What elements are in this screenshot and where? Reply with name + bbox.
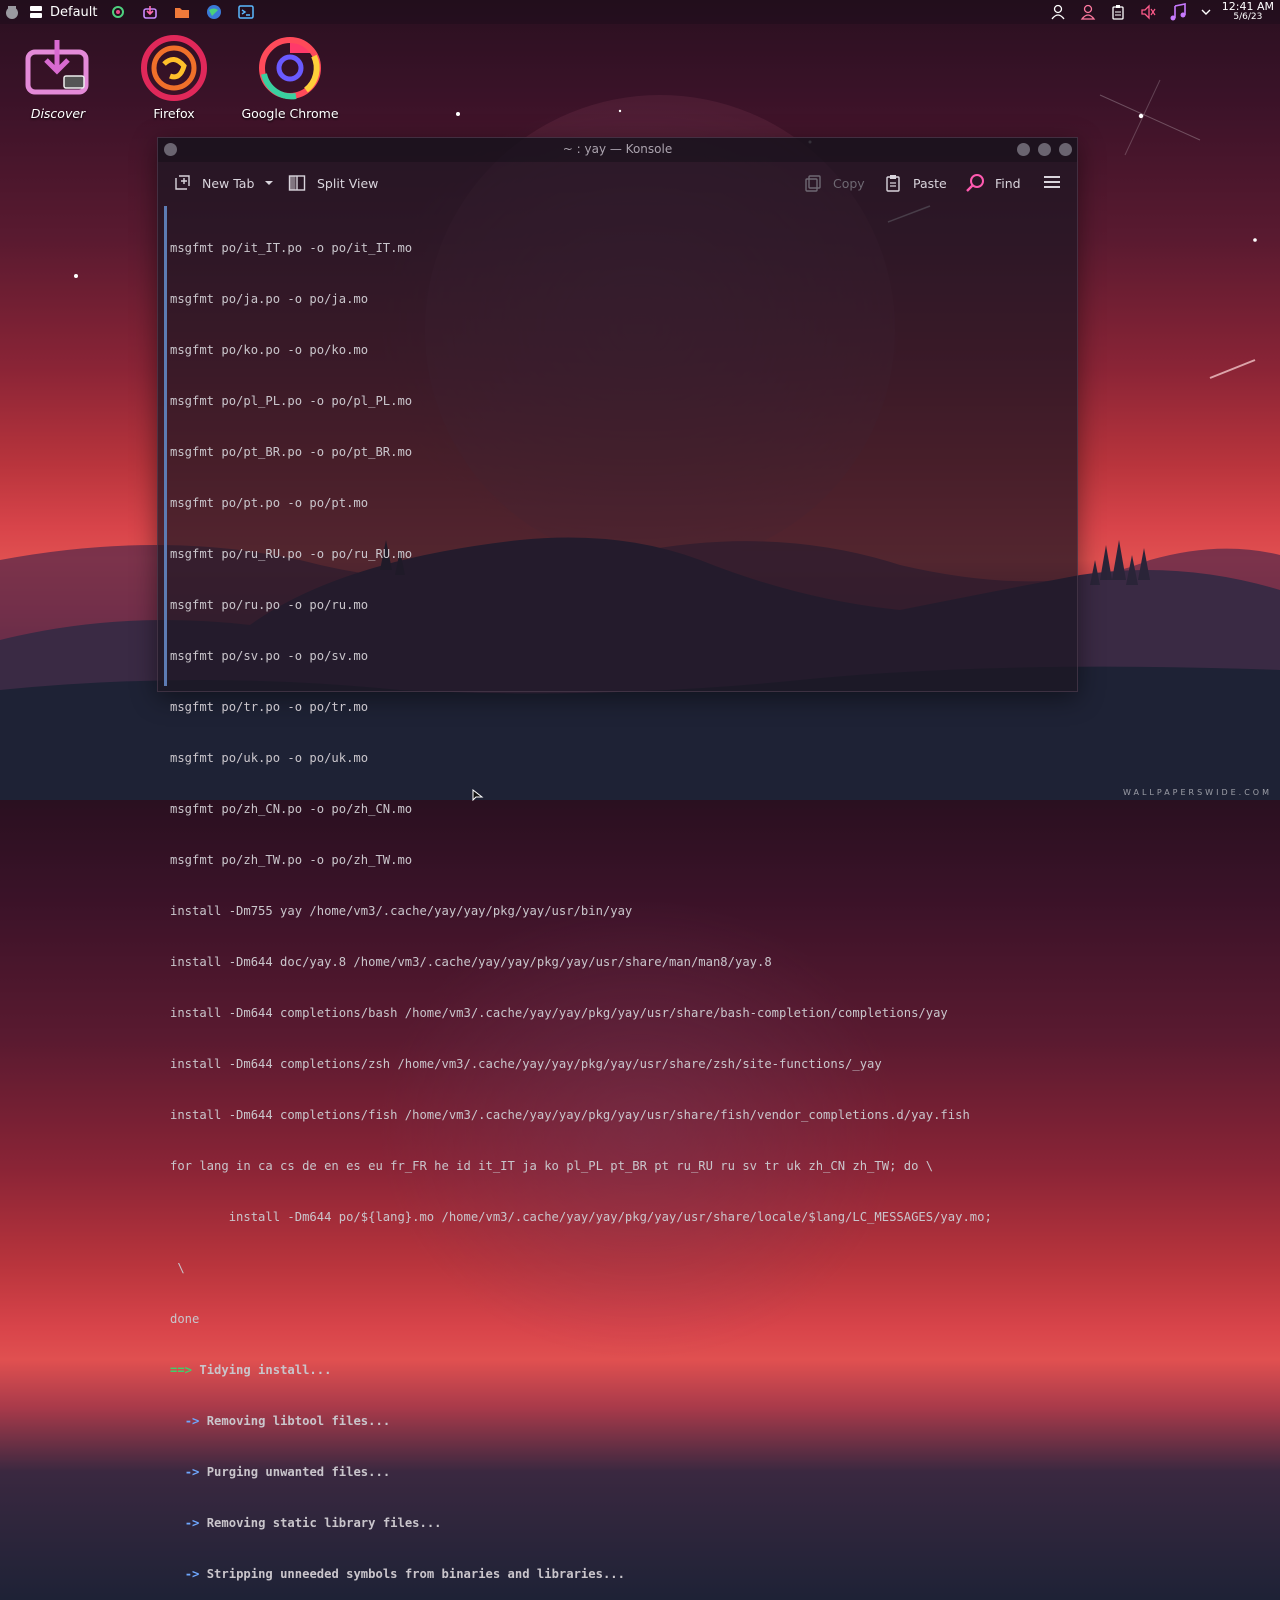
tidy-text: Tidying install... bbox=[199, 1363, 332, 1377]
step-arrow: -> bbox=[184, 1516, 200, 1530]
find-label: Find bbox=[995, 175, 1021, 191]
clock-time: 12:41 AM bbox=[1221, 0, 1274, 13]
step-arrow: -> bbox=[184, 1567, 200, 1581]
terminal-line-step: -> Removing static library files... bbox=[167, 1515, 1072, 1532]
volume-muted-icon[interactable] bbox=[1136, 0, 1160, 24]
step-text: Purging unwanted files... bbox=[206, 1465, 391, 1479]
terminal-line: msgfmt po/pt.po -o po/pt.mo bbox=[170, 496, 369, 510]
close-button[interactable] bbox=[1059, 143, 1072, 156]
discover-icon[interactable] bbox=[138, 0, 162, 24]
firefox-icon bbox=[141, 35, 207, 101]
terminal-line-step: -> Stripping unneeded symbols from binar… bbox=[167, 1566, 1072, 1583]
desktop-icon-label: Google Chrome bbox=[241, 106, 339, 121]
activity-label[interactable]: Default bbox=[50, 5, 98, 20]
terminal-icon[interactable] bbox=[234, 0, 258, 24]
browser-icon[interactable] bbox=[202, 0, 226, 24]
step-arrow: -> bbox=[184, 1465, 200, 1479]
terminal-line: install -Dm644 doc/yay.8 /home/vm3/.cach… bbox=[170, 955, 772, 969]
paste-button[interactable]: Paste bbox=[883, 173, 947, 193]
terminal-line: msgfmt po/pt_BR.po -o po/pt_BR.mo bbox=[170, 445, 413, 459]
mouse-pointer-icon bbox=[472, 789, 484, 801]
paste-icon bbox=[883, 173, 903, 193]
terminal-line: msgfmt po/zh_TW.po -o po/zh_TW.mo bbox=[170, 853, 413, 867]
terminal-line: done bbox=[170, 1312, 200, 1326]
new-tab-button[interactable]: New Tab bbox=[172, 173, 274, 193]
paste-label: Paste bbox=[913, 175, 947, 191]
clipboard-icon[interactable] bbox=[1106, 0, 1130, 24]
terminal-line: \ bbox=[170, 1261, 185, 1275]
files-icon[interactable] bbox=[170, 0, 194, 24]
minimize-button[interactable] bbox=[1017, 143, 1030, 156]
terminal-line: msgfmt po/pl_PL.po -o po/pl_PL.mo bbox=[170, 394, 413, 408]
chevron-down-icon[interactable] bbox=[264, 176, 274, 191]
search-icon bbox=[965, 173, 985, 193]
maximize-button[interactable] bbox=[1038, 143, 1051, 156]
terminal-line: install -Dm755 yay /home/vm3/.cache/yay/… bbox=[170, 904, 633, 918]
user-icon[interactable] bbox=[1046, 0, 1070, 24]
terminal-line: msgfmt po/uk.po -o po/uk.mo bbox=[170, 751, 369, 765]
find-button[interactable]: Find bbox=[965, 173, 1021, 193]
user-switch-icon[interactable] bbox=[1076, 0, 1100, 24]
discover-icon bbox=[25, 40, 89, 95]
split-view-button[interactable]: Split View bbox=[287, 173, 378, 193]
terminal-output[interactable]: msgfmt po/it_IT.po -o po/it_IT.mo msgfmt… bbox=[164, 206, 1072, 1581]
terminal-line: install -Dm644 completions/zsh /home/vm3… bbox=[170, 1057, 882, 1071]
terminal-line-step: -> Removing libtool files... bbox=[167, 1413, 1072, 1430]
watermark: WALLPAPERSWIDE.COM bbox=[1123, 788, 1272, 797]
desktop-icon-google-chrome[interactable]: Google Chrome bbox=[232, 34, 348, 121]
chrome-icon bbox=[259, 37, 321, 100]
desktop-icon-label: Discover bbox=[30, 106, 86, 121]
new-tab-icon bbox=[172, 173, 192, 193]
split-view-icon bbox=[287, 173, 307, 193]
step-text: Stripping unneeded symbols from binaries… bbox=[206, 1567, 625, 1581]
hamburger-menu-icon bbox=[1043, 173, 1061, 194]
copy-icon bbox=[803, 173, 823, 193]
split-view-label: Split View bbox=[317, 175, 379, 191]
desktop-icon-label: Firefox bbox=[153, 106, 195, 121]
terminal-line-step: -> Purging unwanted files... bbox=[167, 1464, 1072, 1481]
expand-tray-icon[interactable] bbox=[1194, 0, 1218, 24]
terminal-line: msgfmt po/tr.po -o po/tr.mo bbox=[170, 700, 369, 714]
music-icon[interactable] bbox=[1166, 0, 1190, 24]
top-panel: Default 12:41 AM 5/6/23 bbox=[0, 0, 1280, 24]
step-text: Removing static library files... bbox=[206, 1516, 442, 1530]
activity-icon[interactable] bbox=[24, 0, 48, 24]
konsole-toolbar: New Tab Split View Copy Paste Find bbox=[158, 162, 1077, 204]
terminal-line: msgfmt po/ru.po -o po/ru.mo bbox=[170, 598, 369, 612]
copy-button[interactable]: Copy bbox=[803, 173, 865, 193]
terminal-line: msgfmt po/ru_RU.po -o po/ru_RU.mo bbox=[170, 547, 413, 561]
desktop-icon-discover[interactable]: Discover bbox=[0, 34, 116, 121]
new-tab-label: New Tab bbox=[202, 175, 255, 191]
terminal-line: install -Dm644 po/${lang}.mo /home/vm3/.… bbox=[170, 1210, 992, 1224]
konsole-window: ~ : yay — Konsole New Tab Split View Cop… bbox=[157, 137, 1078, 1581]
terminal-line-tidying: ==> Tidying install... bbox=[167, 1362, 1072, 1379]
clock[interactable]: 12:41 AM 5/6/23 bbox=[1222, 1, 1274, 23]
hamburger-menu-button[interactable] bbox=[1043, 173, 1061, 193]
window-title: ~ : yay — Konsole bbox=[562, 142, 673, 156]
clock-date: 5/6/23 bbox=[1233, 12, 1263, 22]
tidy-arrow: ==> bbox=[170, 1363, 193, 1377]
terminal-line: for lang in ca cs de en es eu fr_FR he i… bbox=[170, 1159, 934, 1173]
terminal-line: install -Dm644 completions/fish /home/vm… bbox=[170, 1108, 970, 1122]
terminal-line: msgfmt po/sv.po -o po/sv.mo bbox=[170, 649, 369, 663]
terminal-line: msgfmt po/zh_CN.po -o po/zh_CN.mo bbox=[170, 802, 413, 816]
app-launcher-icon[interactable] bbox=[0, 0, 24, 24]
step-text: Removing libtool files... bbox=[206, 1414, 391, 1428]
terminal-line: msgfmt po/ja.po -o po/ja.mo bbox=[170, 292, 369, 306]
terminal-line: msgfmt po/it_IT.po -o po/it_IT.mo bbox=[170, 241, 413, 255]
desktop-icon-firefox[interactable]: Firefox bbox=[116, 34, 232, 121]
copy-label: Copy bbox=[833, 175, 865, 191]
terminal-line: install -Dm644 completions/bash /home/vm… bbox=[170, 1006, 948, 1020]
step-arrow: -> bbox=[184, 1414, 200, 1428]
terminal-line: msgfmt po/ko.po -o po/ko.mo bbox=[170, 343, 369, 357]
settings-icon[interactable] bbox=[106, 0, 130, 24]
window-titlebar[interactable]: ~ : yay — Konsole bbox=[158, 138, 1077, 162]
